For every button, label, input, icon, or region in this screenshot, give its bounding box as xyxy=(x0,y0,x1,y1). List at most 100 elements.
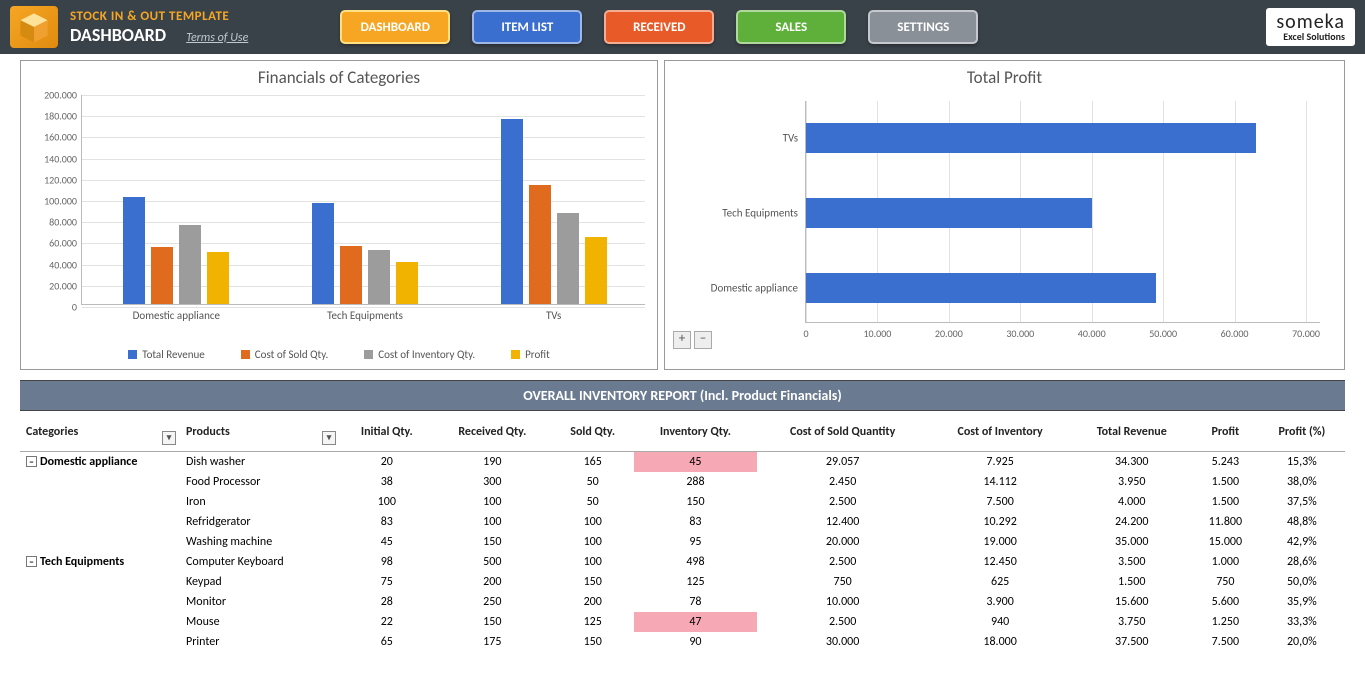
x-axis-tick: 20.000 xyxy=(935,327,963,340)
cell-category xyxy=(20,572,180,592)
cell-category xyxy=(20,592,180,612)
col-profit-pct: Profit (%) xyxy=(1259,411,1345,452)
cell-sold: 125 xyxy=(551,612,634,632)
cell-sold: 100 xyxy=(551,512,634,532)
brand-badge[interactable]: someka Excel Solutions xyxy=(1266,8,1355,46)
cell-product: Iron xyxy=(180,492,340,512)
page-title: DASHBOARD xyxy=(70,24,166,46)
col-received: Received Qty. xyxy=(434,411,551,452)
cell-sold: 100 xyxy=(551,532,634,552)
col-initial: Initial Qty. xyxy=(340,411,434,452)
cell-profit-pct: 28,6% xyxy=(1259,552,1345,572)
cell-cost-inv: 10.292 xyxy=(929,512,1072,532)
charts-row: Financials of Categories 020.00040.00060… xyxy=(0,54,1365,374)
expand-toggle-icon[interactable]: – xyxy=(26,556,37,567)
table-row: Food Processor38300502882.45014.1123.950… xyxy=(20,472,1345,492)
cell-initial: 20 xyxy=(340,452,434,473)
cell-product: Computer Keyboard xyxy=(180,552,340,572)
col-cost-sold: Cost of Sold Quantity xyxy=(757,411,929,452)
cell-sold: 50 xyxy=(551,492,634,512)
y-axis-tick: 100.000 xyxy=(27,195,77,208)
filter-button-icon[interactable]: ▾ xyxy=(162,431,176,445)
app-header: STOCK IN & OUT TEMPLATE DASHBOARD Terms … xyxy=(0,0,1365,54)
cell-category xyxy=(20,512,180,532)
cell-inventory: 83 xyxy=(634,512,756,532)
cell-inventory: 150 xyxy=(634,492,756,512)
cell-profit-pct: 38,0% xyxy=(1259,472,1345,492)
report-band: OVERALL INVENTORY REPORT (Incl. Product … xyxy=(20,380,1345,411)
table-row: Monitor282502007810.0003.90015.6005.6003… xyxy=(20,592,1345,612)
cell-profit: 15.000 xyxy=(1192,532,1259,552)
terms-link[interactable]: Terms of Use xyxy=(186,31,248,45)
zoom-in-button[interactable]: + xyxy=(673,331,691,349)
cell-profit-pct: 15,3% xyxy=(1259,452,1345,473)
y-axis-tick: 0 xyxy=(27,301,77,314)
nav-sales-button[interactable]: SALES xyxy=(736,10,846,44)
cell-cost-sold: 2.500 xyxy=(757,492,929,512)
chart-bar xyxy=(806,198,1092,228)
chart-bar xyxy=(123,197,145,304)
cell-cost-inv: 3.900 xyxy=(929,592,1072,612)
chart-bar xyxy=(312,203,334,304)
cell-cost-inv: 7.500 xyxy=(929,492,1072,512)
expand-toggle-icon[interactable]: – xyxy=(26,456,37,467)
y-axis-tick: 120.000 xyxy=(27,173,77,186)
cell-revenue: 37.500 xyxy=(1071,632,1192,652)
cell-received: 190 xyxy=(434,452,551,473)
zoom-out-button[interactable]: – xyxy=(694,331,712,349)
nav-received-button[interactable]: RECEIVED xyxy=(604,10,714,44)
table-row: Iron100100501502.5007.5004.0001.50037,5% xyxy=(20,492,1345,512)
chart-bar xyxy=(340,246,362,304)
cell-revenue: 1.500 xyxy=(1071,572,1192,592)
cell-revenue: 35.000 xyxy=(1071,532,1192,552)
cell-inventory: 498 xyxy=(634,552,756,572)
y-axis-label: Tech Equipments xyxy=(672,207,798,220)
cell-inventory: 45 xyxy=(634,452,756,473)
nav-settings-button[interactable]: SETTINGS xyxy=(868,10,978,44)
title-block: STOCK IN & OUT TEMPLATE DASHBOARD Terms … xyxy=(70,9,248,46)
cell-cost-sold: 750 xyxy=(757,572,929,592)
chart-title: Total Profit xyxy=(665,61,1344,90)
y-axis-label: TVs xyxy=(672,132,798,145)
cell-profit-pct: 42,9% xyxy=(1259,532,1345,552)
chart-title: Financials of Categories xyxy=(21,61,657,90)
cell-inventory: 125 xyxy=(634,572,756,592)
chart-total-profit: Total Profit 010.00020.00030.00040.00050… xyxy=(664,60,1345,370)
filter-button-icon[interactable]: ▾ xyxy=(322,431,336,445)
x-axis-tick: 70.000 xyxy=(1292,327,1320,340)
cell-cost-sold: 10.000 xyxy=(757,592,929,612)
y-axis-label: Domestic appliance xyxy=(672,281,798,294)
cell-cost-inv: 19.000 xyxy=(929,532,1072,552)
cell-received: 100 xyxy=(434,512,551,532)
template-name: STOCK IN & OUT TEMPLATE xyxy=(70,9,248,24)
table-row: Mouse22150125472.5009403.7501.25033,3% xyxy=(20,612,1345,632)
chart-bar xyxy=(806,123,1256,153)
table-row: –Tech EquipmentsComputer Keyboard9850010… xyxy=(20,552,1345,572)
cell-cost-inv: 940 xyxy=(929,612,1072,632)
x-axis-label: TVs xyxy=(494,309,614,322)
cell-revenue: 24.200 xyxy=(1071,512,1192,532)
table-row: Printer651751509030.00018.00037.5007.500… xyxy=(20,632,1345,652)
cell-initial: 22 xyxy=(340,612,434,632)
cell-profit: 1.250 xyxy=(1192,612,1259,632)
x-axis-tick: 30.000 xyxy=(1006,327,1034,340)
y-axis-tick: 40.000 xyxy=(27,258,77,271)
chart-bar xyxy=(151,247,173,304)
cell-initial: 83 xyxy=(340,512,434,532)
col-revenue: Total Revenue xyxy=(1071,411,1192,452)
cell-category: –Domestic appliance xyxy=(20,452,180,473)
legend-swatch-icon xyxy=(241,350,250,359)
y-axis-tick: 80.000 xyxy=(27,216,77,229)
cell-product: Refridgerator xyxy=(180,512,340,532)
cell-product: Mouse xyxy=(180,612,340,632)
cell-profit-pct: 37,5% xyxy=(1259,492,1345,512)
y-axis-tick: 160.000 xyxy=(27,131,77,144)
x-axis-label: Domestic appliance xyxy=(116,309,236,322)
cell-profit: 1.000 xyxy=(1192,552,1259,572)
nav-itemlist-button[interactable]: ITEM LIST xyxy=(472,10,582,44)
cell-received: 200 xyxy=(434,572,551,592)
cell-initial: 98 xyxy=(340,552,434,572)
x-axis-tick: 0 xyxy=(803,327,808,340)
nav-dashboard-button[interactable]: DASHBOARD xyxy=(340,10,450,44)
cell-cost-sold: 12.400 xyxy=(757,512,929,532)
